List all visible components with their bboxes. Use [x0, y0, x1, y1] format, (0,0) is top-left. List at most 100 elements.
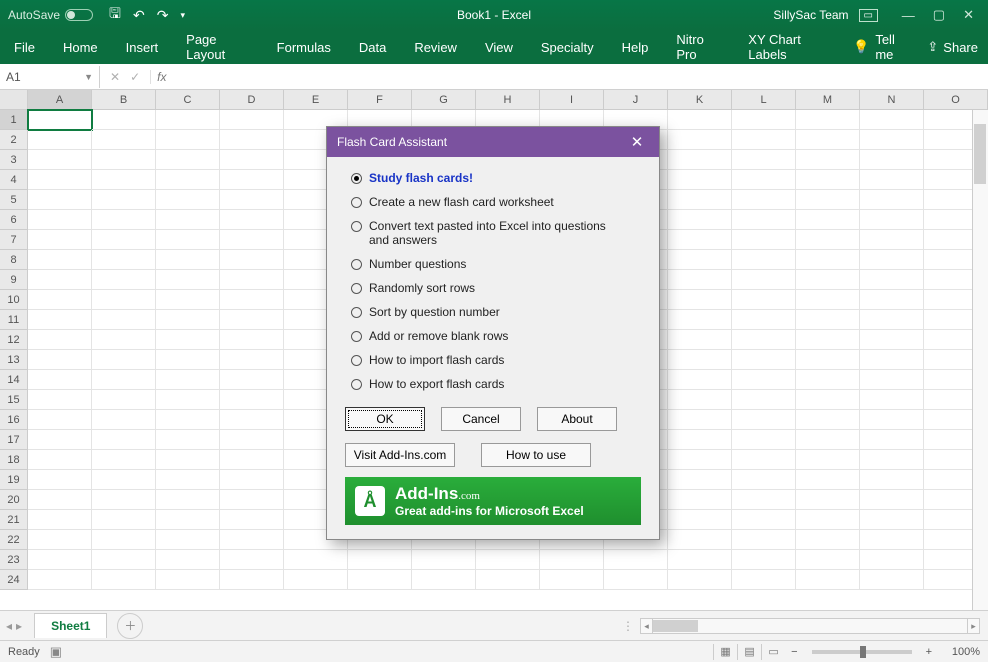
cell[interactable] [732, 570, 796, 590]
cell[interactable] [28, 510, 92, 530]
cell[interactable] [156, 250, 220, 270]
cell[interactable] [732, 370, 796, 390]
row-header[interactable]: 18 [0, 450, 28, 470]
cell[interactable] [668, 110, 732, 130]
cell[interactable] [92, 130, 156, 150]
cell[interactable] [28, 190, 92, 210]
chevron-left-icon[interactable]: ◂ [641, 619, 653, 633]
cell[interactable] [156, 390, 220, 410]
cell[interactable] [28, 250, 92, 270]
cell[interactable] [28, 330, 92, 350]
cell[interactable] [284, 570, 348, 590]
ribbon-display-icon[interactable]: ▭ [859, 9, 878, 22]
row-header[interactable]: 10 [0, 290, 28, 310]
cell[interactable] [668, 350, 732, 370]
cell[interactable] [156, 230, 220, 250]
cell[interactable] [156, 130, 220, 150]
cell[interactable] [28, 430, 92, 450]
cell[interactable] [92, 290, 156, 310]
cell[interactable] [28, 410, 92, 430]
cell[interactable] [92, 390, 156, 410]
tab-file[interactable]: File [0, 30, 49, 64]
cell[interactable] [156, 490, 220, 510]
cell[interactable] [220, 390, 284, 410]
cell[interactable] [732, 130, 796, 150]
cell[interactable] [796, 430, 860, 450]
cell[interactable] [796, 210, 860, 230]
row-header[interactable]: 5 [0, 190, 28, 210]
cell[interactable] [732, 210, 796, 230]
cell[interactable] [92, 490, 156, 510]
chevron-right-icon[interactable]: ▸ [967, 619, 979, 633]
col-header[interactable]: L [732, 90, 796, 109]
cell[interactable] [796, 470, 860, 490]
vertical-scrollbar[interactable] [972, 110, 988, 610]
cell[interactable] [732, 550, 796, 570]
cell[interactable] [92, 370, 156, 390]
row-header[interactable]: 12 [0, 330, 28, 350]
row-header[interactable]: 9 [0, 270, 28, 290]
cell[interactable] [860, 110, 924, 130]
cell[interactable] [668, 470, 732, 490]
minimize-icon[interactable]: — [902, 8, 915, 23]
cell[interactable] [668, 170, 732, 190]
cell[interactable] [92, 430, 156, 450]
cell[interactable] [156, 450, 220, 470]
cell[interactable] [732, 490, 796, 510]
row-header[interactable]: 19 [0, 470, 28, 490]
radio-option[interactable]: How to export flash cards [351, 377, 641, 391]
cell[interactable] [156, 350, 220, 370]
col-header[interactable]: K [668, 90, 732, 109]
cell[interactable] [28, 450, 92, 470]
cell[interactable] [860, 490, 924, 510]
cell[interactable] [860, 370, 924, 390]
cell[interactable] [796, 550, 860, 570]
cell[interactable] [220, 150, 284, 170]
cell[interactable] [732, 390, 796, 410]
cell[interactable] [860, 150, 924, 170]
cell[interactable] [796, 570, 860, 590]
cell[interactable] [668, 310, 732, 330]
col-header[interactable]: G [412, 90, 476, 109]
autosave-toggle[interactable]: AutoSave [0, 8, 101, 22]
radio-option[interactable]: Create a new flash card worksheet [351, 195, 641, 209]
enter-icon[interactable]: ✓ [130, 70, 140, 84]
undo-icon[interactable]: ↶ [133, 7, 145, 24]
cell[interactable] [156, 410, 220, 430]
tab-help[interactable]: Help [608, 30, 663, 64]
col-header[interactable]: I [540, 90, 604, 109]
cell[interactable] [92, 170, 156, 190]
horizontal-scrollbar[interactable]: ◂ ▸ [640, 618, 980, 634]
cell[interactable] [732, 270, 796, 290]
cell[interactable] [796, 190, 860, 210]
cell[interactable] [92, 250, 156, 270]
cell[interactable] [220, 270, 284, 290]
cell[interactable] [156, 370, 220, 390]
cell[interactable] [732, 530, 796, 550]
cell[interactable] [348, 550, 412, 570]
cell[interactable] [156, 210, 220, 230]
row-header[interactable]: 23 [0, 550, 28, 570]
cell[interactable] [732, 470, 796, 490]
cell[interactable] [860, 270, 924, 290]
cell[interactable] [220, 430, 284, 450]
col-header[interactable]: E [284, 90, 348, 109]
cell[interactable] [668, 190, 732, 210]
formula-input[interactable] [172, 64, 988, 89]
cell[interactable] [796, 410, 860, 430]
cell[interactable] [220, 550, 284, 570]
cell[interactable] [732, 510, 796, 530]
cell[interactable] [92, 270, 156, 290]
cancel-button[interactable]: Cancel [441, 407, 521, 431]
cell[interactable] [732, 330, 796, 350]
radio-option[interactable]: Convert text pasted into Excel into ques… [351, 219, 641, 247]
cell[interactable] [220, 330, 284, 350]
cell[interactable] [860, 470, 924, 490]
cell[interactable] [156, 510, 220, 530]
cell[interactable] [156, 530, 220, 550]
cell[interactable] [220, 490, 284, 510]
cell[interactable] [668, 370, 732, 390]
cell[interactable] [860, 230, 924, 250]
cell[interactable] [860, 170, 924, 190]
row-header[interactable]: 24 [0, 570, 28, 590]
